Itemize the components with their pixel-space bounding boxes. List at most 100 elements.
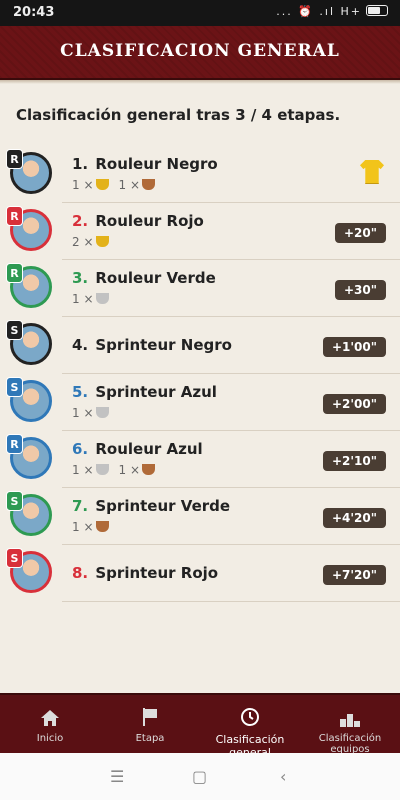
rider-name: 7. Sprinteur Verde (72, 497, 230, 515)
rider-position: 2. (72, 212, 89, 230)
bronze-trophy-icon (142, 179, 156, 190)
silver-trophy-icon (95, 293, 109, 304)
home-icon (0, 707, 100, 727)
rider-position: 1. (72, 155, 89, 173)
rider-name: 1. Rouleur Negro (72, 155, 218, 173)
trophy-count: 2 × (72, 235, 94, 249)
bronze-trophy-icon (142, 464, 156, 475)
standings-list: R 1. Rouleur Negro 1 × 1 × R 2. Rouleur R… (0, 146, 400, 602)
trophy-count: 1 × (72, 463, 94, 477)
status-bar: 20:43 ... ⏰ .ıl H+ (0, 0, 400, 26)
standings-row[interactable]: S 7. Sprinteur Verde 1 × +4'20" (6, 488, 400, 545)
rider-name-text: Sprinteur Negro (95, 336, 232, 354)
rider-position: 4. (72, 336, 89, 354)
time-gap-badge: +1'00" (322, 337, 386, 357)
trophies: 1 × (72, 292, 119, 306)
page-title: Clasificacion general (60, 41, 340, 61)
trophy-count: 1 × (118, 178, 141, 192)
clock-icon (200, 707, 300, 727)
standings-row[interactable]: R 2. Rouleur Rojo 2 × +20" (6, 203, 400, 260)
bottom-nav: Inicio Etapa Clasificación general Clasi… (0, 693, 400, 759)
back-button[interactable]: ‹ (280, 767, 286, 786)
recent-apps-button[interactable]: ☰ (110, 767, 124, 786)
nav-item-flag[interactable]: Etapa (100, 695, 200, 753)
rider-name: 2. Rouleur Rojo (72, 212, 204, 230)
time-gap-badge: +7'20" (322, 565, 386, 585)
rider-type-badge: S (6, 377, 23, 397)
home-button[interactable]: ▢ (192, 767, 207, 786)
rider-type-badge: R (6, 434, 23, 454)
trophy-count: 1 × (118, 463, 141, 477)
trophies: 1 × (72, 520, 119, 534)
system-nav-bar: ☰ ▢ ‹ (0, 753, 400, 800)
battery-icon (366, 5, 388, 16)
nav-label: Clasificación equipos (318, 733, 382, 755)
rider-avatar: R (6, 206, 52, 251)
header-shadow (0, 80, 400, 84)
rider-avatar: S (6, 377, 52, 422)
rider-position: 8. (72, 564, 89, 582)
rider-type-badge: R (6, 263, 23, 283)
time-gap-badge: +2'00" (322, 394, 386, 414)
time-gap-badge: +20" (334, 223, 386, 243)
status-icons: ... ⏰ .ıl H+ (276, 5, 388, 18)
rider-type-badge: S (6, 491, 23, 511)
rider-type-badge: R (6, 206, 23, 226)
nav-item-clock[interactable]: Clasificación general (200, 695, 300, 759)
trophies: 1 × 1 × (72, 178, 165, 192)
rider-avatar: S (6, 548, 52, 593)
rider-name: 8. Sprinteur Rojo (72, 564, 218, 582)
rider-name-text: Sprinteur Azul (95, 383, 217, 401)
bronze-trophy-icon (95, 521, 109, 532)
trophy-count: 1 × (72, 292, 94, 306)
rider-position: 6. (72, 440, 89, 458)
rider-name-text: Rouleur Negro (95, 155, 218, 173)
rider-type-badge: S (6, 548, 23, 568)
flag-icon (100, 707, 200, 727)
rider-name-text: Rouleur Azul (95, 440, 203, 458)
rider-avatar: S (6, 320, 52, 365)
trophy-count: 1 × (72, 178, 94, 192)
standings-row[interactable]: S 8. Sprinteur Rojo +7'20" (6, 545, 400, 602)
nav-label: Etapa (135, 733, 165, 744)
rider-avatar: S (6, 491, 52, 536)
nav-item-podium[interactable]: Clasificación equipos (300, 695, 400, 755)
gold-trophy-icon (95, 179, 109, 190)
app-header: Clasificacion general (0, 26, 400, 80)
rider-name: 4. Sprinteur Negro (72, 336, 232, 354)
standings-row[interactable]: R 1. Rouleur Negro 1 × 1 × (6, 146, 400, 203)
standings-row[interactable]: S 4. Sprinteur Negro +1'00" (6, 317, 400, 374)
rider-position: 7. (72, 497, 89, 515)
nav-label: Inicio (36, 733, 64, 744)
yellow-jersey-icon (360, 160, 384, 184)
standings-row[interactable]: S 5. Sprinteur Azul 1 × +2'00" (6, 374, 400, 431)
time-gap-badge: +2'10" (322, 451, 386, 471)
trophies: 1 × (72, 406, 119, 420)
gold-trophy-icon (95, 236, 109, 247)
rider-name-text: Sprinteur Verde (95, 497, 231, 515)
rider-avatar: R (6, 263, 52, 308)
rider-position: 5. (72, 383, 89, 401)
rider-name-text: Rouleur Verde (95, 269, 216, 287)
standings-row[interactable]: R 6. Rouleur Azul 1 × 1 × +2'10" (6, 431, 400, 488)
time-gap-badge: +30" (334, 280, 386, 300)
rider-name-text: Sprinteur Rojo (95, 564, 219, 582)
standings-subtitle: Clasificación general tras 3 / 4 etapas. (16, 106, 341, 124)
trophy-count: 1 × (72, 406, 94, 420)
trophy-count: 1 × (72, 520, 94, 534)
rider-name: 6. Rouleur Azul (72, 440, 203, 458)
status-time: 20:43 (13, 5, 55, 20)
trophies: 2 × (72, 235, 119, 249)
rider-name: 5. Sprinteur Azul (72, 383, 217, 401)
nav-item-home[interactable]: Inicio (0, 695, 100, 753)
silver-trophy-icon (95, 407, 109, 418)
rider-type-badge: R (6, 149, 23, 169)
rider-name-text: Rouleur Rojo (95, 212, 204, 230)
standings-row[interactable]: R 3. Rouleur Verde 1 × +30" (6, 260, 400, 317)
rider-avatar: R (6, 434, 52, 479)
rider-type-badge: S (6, 320, 23, 340)
podium-icon (300, 707, 400, 727)
time-gap-badge: +4'20" (322, 508, 386, 528)
rider-position: 3. (72, 269, 89, 287)
silver-trophy-icon (95, 464, 109, 475)
